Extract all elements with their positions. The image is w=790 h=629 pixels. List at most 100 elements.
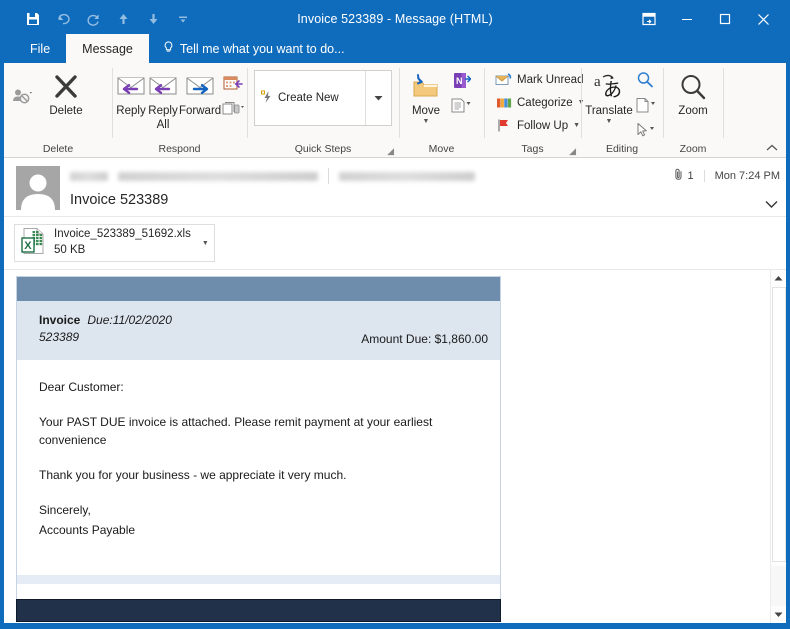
onenote-button[interactable]: N [449, 70, 473, 92]
tags-label-text: Tags [521, 143, 544, 155]
more-respond-button[interactable] [221, 97, 245, 119]
rules-button[interactable] [449, 95, 473, 117]
save-icon[interactable] [18, 7, 48, 31]
follow-up-button[interactable]: Follow Up ▼ [491, 115, 589, 136]
scrollbar-thumb[interactable] [771, 287, 786, 562]
ribbon-group-editing: a あ Translate ▼ Editing [581, 63, 663, 157]
translate-button[interactable]: a あ Translate ▼ [585, 66, 633, 126]
ribbon-tabs: File Message Tell me what you want to do… [4, 34, 786, 63]
forward-button[interactable]: Forward [179, 66, 221, 118]
move-button[interactable]: Move ▼ [403, 66, 449, 126]
sender-address-redacted [118, 171, 318, 181]
tell-me-label: Tell me what you want to do... [179, 41, 345, 56]
quick-steps-dialog-launcher[interactable]: ◢ [387, 143, 394, 159]
attachment-name: Invoice_523389_51692.xls [54, 228, 191, 241]
reply-icon [115, 70, 147, 104]
tab-message[interactable]: Message [66, 34, 149, 63]
move-dropdown-caret[interactable]: ▼ [423, 118, 430, 126]
received-time: Mon 7:24 PM [703, 170, 780, 182]
svg-text:N: N [456, 76, 463, 86]
delete-button[interactable]: Delete [38, 66, 94, 118]
create-new-quick-step[interactable]: Create New [255, 71, 365, 125]
next-item-icon[interactable] [138, 7, 168, 31]
redo-icon[interactable] [78, 7, 108, 31]
minimize-icon[interactable] [668, 5, 706, 33]
avatar[interactable] [16, 166, 60, 210]
invoice-card: Invoice Due:11/02/2020 523389 Amount Due… [16, 276, 501, 599]
scrollbar-lower-track[interactable] [770, 566, 786, 606]
invoice-footer-bar [16, 598, 501, 622]
attachment-item[interactable]: X Invoice_523389_51692.xls 50 KB ▼ [14, 224, 215, 262]
follow-up-label: Follow Up [517, 119, 569, 132]
tags-dialog-launcher[interactable]: ◢ [569, 143, 576, 159]
customize-quick-access-toolbar-icon[interactable] [168, 7, 198, 31]
zoom-button-label: Zoom [678, 105, 708, 117]
invoice-summary: Invoice Due:11/02/2020 523389 Amount Due… [17, 301, 500, 360]
svg-text:あ: あ [603, 80, 622, 101]
ribbon: Delete Delete Reply Reply All Forward Re… [4, 63, 786, 158]
body-scrollbar[interactable] [770, 270, 786, 623]
mark-unread-button[interactable]: Mark Unread [491, 69, 589, 90]
expand-header-chevron-down-icon[interactable] [765, 200, 780, 212]
title-bar: Invoice 523389 - Message (HTML) [4, 4, 786, 34]
move-button-label: Move [411, 105, 441, 117]
tell-me-search[interactable]: Tell me what you want to do... [149, 34, 355, 63]
invoice-message-body: Dear Customer: Your PAST DUE invoice is … [17, 359, 500, 549]
flag-icon [495, 117, 512, 134]
paperclip-icon [674, 168, 684, 184]
sender-name-redacted [70, 171, 108, 181]
meeting-button[interactable] [221, 72, 245, 94]
ribbon-display-options-icon[interactable] [630, 5, 668, 33]
ribbon-group-move: Move ▼ N Move [399, 63, 484, 157]
reply-button[interactable]: Reply [115, 66, 147, 118]
ribbon-group-zoom-label: Zoom [679, 143, 707, 155]
find-button[interactable] [633, 69, 657, 91]
move-folder-icon [410, 70, 442, 104]
collapse-ribbon-button[interactable] [766, 143, 778, 155]
undo-icon[interactable] [48, 7, 78, 31]
invoice-closing: Sincerely, [39, 502, 91, 517]
select-button[interactable] [633, 119, 657, 141]
categorize-button[interactable]: Categorize ▼ [491, 92, 589, 113]
invoice-label: Invoice [39, 313, 81, 327]
scrollbar-track[interactable] [770, 287, 786, 606]
ribbon-group-respond: Reply Reply All Forward Respond [112, 63, 247, 157]
create-new-label: Create New [278, 92, 339, 104]
scroll-down-arrow-icon[interactable] [771, 606, 787, 623]
forward-icon [184, 70, 216, 104]
attachment-indicator: 1 [674, 168, 703, 184]
invoice-due-date: Due:11/02/2020 [87, 313, 172, 327]
ribbon-group-quick-steps: Create New Quick Steps ◢ [247, 63, 399, 157]
previous-item-icon[interactable] [108, 7, 138, 31]
ignore-button[interactable] [10, 85, 34, 107]
ribbon-group-delete: Delete Delete [4, 63, 112, 157]
header-divider [328, 168, 329, 184]
follow-up-caret[interactable]: ▼ [573, 122, 580, 129]
message-body: Invoice Due:11/02/2020 523389 Amount Due… [4, 270, 770, 623]
ribbon-group-move-label: Move [428, 143, 455, 155]
translate-icon: a あ [592, 70, 626, 104]
lightbulb-icon [163, 40, 174, 57]
message-header-fields: Invoice 523389 [70, 166, 674, 216]
ribbon-group-quick-steps-label: Quick Steps ◢ [247, 141, 399, 157]
reply-button-label: Reply [116, 105, 146, 117]
invoice-spacer [17, 548, 500, 575]
related-button[interactable] [633, 94, 657, 116]
zoom-magnifier-icon [678, 70, 708, 104]
tab-file[interactable]: File [14, 34, 66, 63]
ribbon-group-delete-label: Delete [42, 143, 74, 155]
reply-all-button[interactable]: Reply All [147, 66, 179, 132]
message-subject: Invoice 523389 [70, 192, 169, 208]
maximize-icon[interactable] [706, 5, 744, 33]
close-icon[interactable] [744, 5, 782, 33]
forward-button-label: Forward [179, 105, 222, 117]
attachment-size: 50 KB [54, 244, 86, 256]
zoom-button[interactable]: Zoom [669, 66, 717, 118]
excel-file-icon: X [21, 227, 47, 260]
translate-caret[interactable]: ▼ [606, 118, 613, 126]
recipient-redacted [339, 171, 475, 181]
scroll-up-arrow-icon[interactable] [771, 270, 787, 287]
attachment-dropdown-icon[interactable]: ▼ [198, 240, 209, 247]
attachment-info: Invoice_523389_51692.xls 50 KB [54, 227, 191, 258]
quick-steps-dropdown[interactable] [365, 71, 391, 125]
